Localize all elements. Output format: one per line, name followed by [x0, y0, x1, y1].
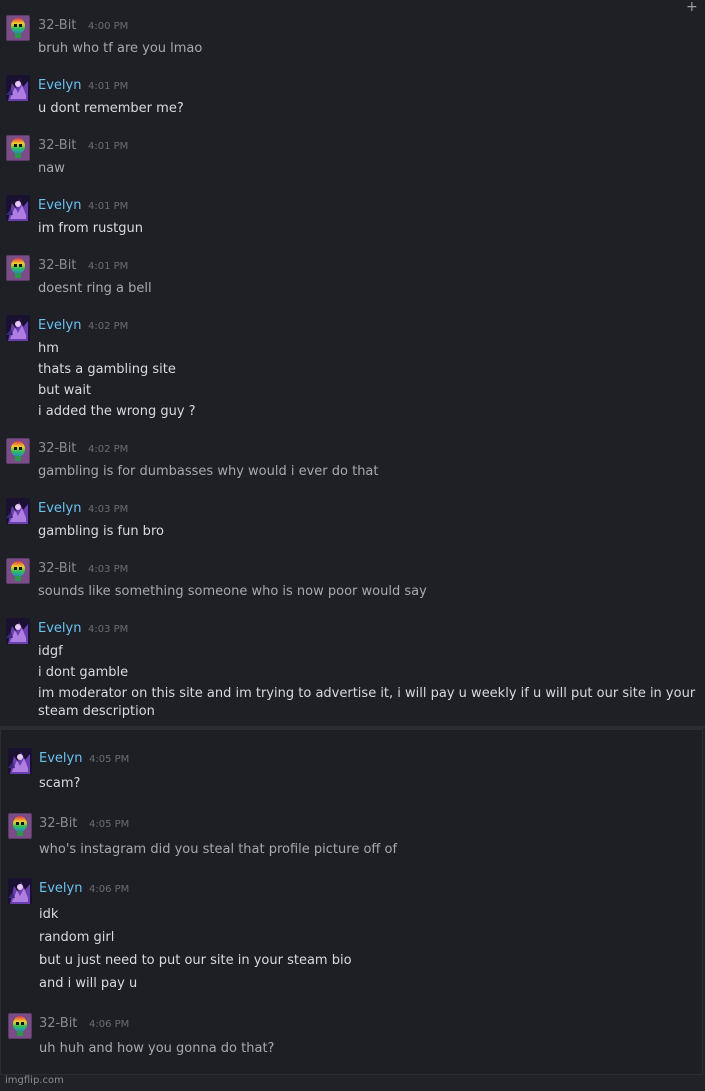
- message-timestamp: 4:02 PM: [88, 321, 129, 332]
- message-text: gambling is fun bro: [38, 524, 164, 539]
- message-text: u dont remember me?: [38, 101, 184, 116]
- avatar-32-bit[interactable]: [6, 255, 30, 281]
- message-timestamp: 4:01 PM: [88, 261, 129, 272]
- message-text: i dont gamble: [38, 665, 129, 680]
- sender-name[interactable]: 32-Bit: [38, 18, 76, 34]
- avatar-32-bit[interactable]: [6, 15, 30, 41]
- avatar-32-bit[interactable]: [6, 438, 30, 464]
- sender-name[interactable]: 32-Bit: [38, 138, 76, 154]
- avatar-32-bit[interactable]: [8, 1013, 32, 1039]
- add-icon[interactable]: +: [686, 0, 700, 14]
- sender-name[interactable]: Evelyn: [38, 621, 81, 637]
- message-text: who's instagram did you steal that profi…: [39, 842, 398, 857]
- message-text: but u just need to put our site in your …: [39, 953, 352, 968]
- message-text: naw: [38, 161, 65, 176]
- message-timestamp: 4:03 PM: [88, 564, 129, 575]
- avatar-evelyn[interactable]: [8, 878, 32, 904]
- message-timestamp: 4:01 PM: [88, 141, 129, 152]
- message-text: steam description: [38, 704, 155, 719]
- message-timestamp: 4:06 PM: [89, 884, 130, 895]
- message-timestamp: 4:01 PM: [88, 81, 129, 92]
- message-timestamp: 4:03 PM: [88, 624, 129, 635]
- message-text: uh huh and how you gonna do that?: [39, 1041, 275, 1056]
- message-text: scam?: [39, 776, 81, 791]
- message-timestamp: 4:03 PM: [88, 504, 129, 515]
- message-text: and i will pay u: [39, 976, 138, 991]
- message-timestamp: 4:01 PM: [88, 201, 129, 212]
- message-timestamp: 4:05 PM: [89, 819, 130, 830]
- sender-name[interactable]: Evelyn: [38, 78, 81, 94]
- sender-name[interactable]: Evelyn: [39, 751, 82, 767]
- sender-name[interactable]: 32-Bit: [38, 561, 76, 577]
- sender-name[interactable]: 32-Bit: [38, 441, 76, 457]
- message-text: idk: [39, 907, 59, 922]
- message-text: but wait: [38, 383, 92, 398]
- message-text: thats a gambling site: [38, 362, 176, 377]
- message-text: random girl: [39, 930, 115, 945]
- message-timestamp: 4:05 PM: [89, 754, 130, 765]
- message-timestamp: 4:00 PM: [88, 21, 129, 32]
- sender-name[interactable]: Evelyn: [38, 501, 81, 517]
- sender-name[interactable]: Evelyn: [39, 881, 82, 897]
- message-timestamp: 4:02 PM: [88, 444, 129, 455]
- avatar-32-bit[interactable]: [6, 558, 30, 584]
- message-text: idgf: [38, 644, 63, 659]
- sender-name[interactable]: 32-Bit: [39, 816, 77, 832]
- message-text: im moderator on this site and im trying …: [38, 686, 696, 701]
- message-timestamp: 4:06 PM: [89, 1019, 130, 1030]
- message-text: bruh who tf are you lmao: [38, 41, 203, 56]
- message-text: im from rustgun: [38, 221, 143, 236]
- avatar-32-bit[interactable]: [8, 813, 32, 839]
- avatar-evelyn[interactable]: [6, 75, 30, 101]
- sender-name[interactable]: 32-Bit: [38, 258, 76, 274]
- avatar-evelyn[interactable]: [6, 618, 30, 644]
- avatar-evelyn[interactable]: [6, 315, 30, 341]
- watermark-text: imgflip.com: [5, 1075, 64, 1086]
- avatar-32-bit[interactable]: [6, 135, 30, 161]
- message-text: gambling is for dumbasses why would i ev…: [38, 464, 379, 479]
- sender-name[interactable]: 32-Bit: [39, 1016, 77, 1032]
- avatar-evelyn[interactable]: [6, 498, 30, 524]
- message-text: sounds like something someone who is now…: [38, 584, 427, 599]
- message-text: doesnt ring a bell: [38, 281, 152, 296]
- sender-name[interactable]: Evelyn: [38, 318, 81, 334]
- message-text: i added the wrong guy ?: [38, 404, 196, 419]
- avatar-evelyn[interactable]: [8, 748, 32, 774]
- sender-name[interactable]: Evelyn: [38, 198, 81, 214]
- avatar-evelyn[interactable]: [6, 195, 30, 221]
- message-text: hm: [38, 341, 59, 356]
